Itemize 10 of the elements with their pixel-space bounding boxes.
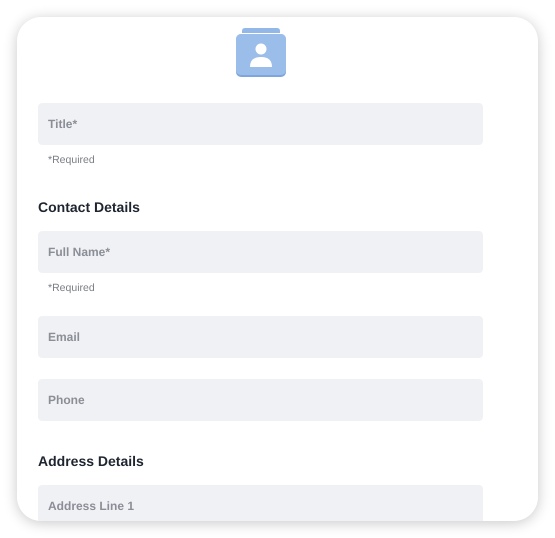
section-heading: Contact Details [38,198,140,217]
input-field[interactable]: Address Line 1 [38,485,483,521]
section-heading: Address Details [38,452,144,471]
input-field[interactable]: Phone [38,379,483,421]
contact-card-icon [236,27,286,77]
input-field[interactable]: Full Name* [38,231,483,273]
input-field[interactable]: Title* [38,103,483,145]
required-hint: *Required [48,153,95,167]
input-field[interactable]: Email [38,316,483,358]
required-hint: *Required [48,281,95,295]
